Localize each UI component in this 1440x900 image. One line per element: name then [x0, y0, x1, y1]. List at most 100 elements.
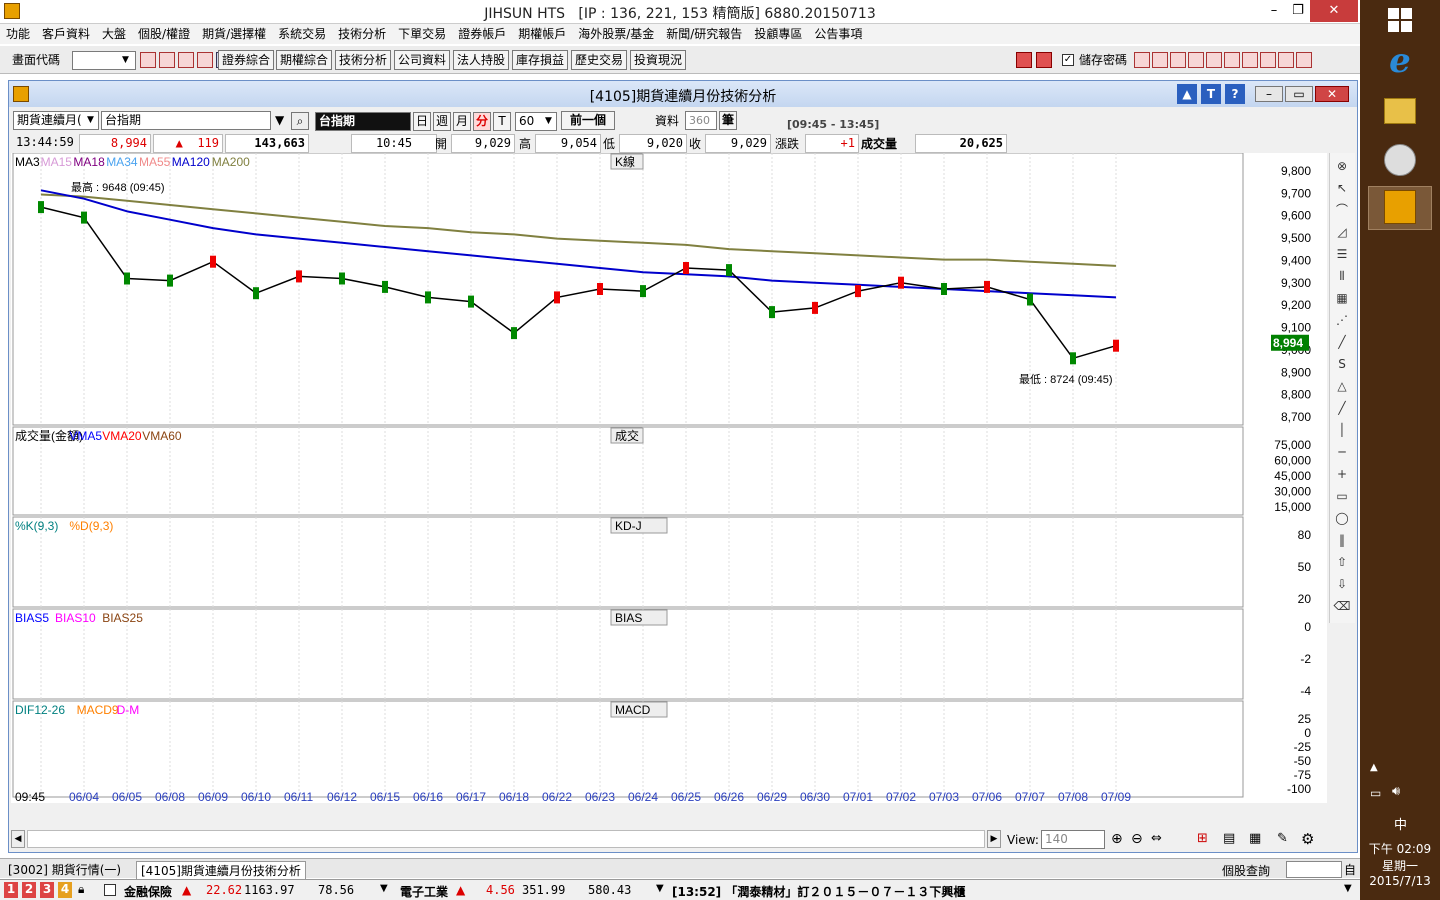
settings-icon[interactable]: ⚙: [1301, 830, 1314, 848]
rectangle-icon[interactable]: ▭: [1333, 487, 1351, 505]
chart-area[interactable]: MA3 MA15 MA18 MA34 MA55 MA120 MA200 K線 9,800 9,70…: [11, 152, 1327, 804]
window-minimize-button[interactable]: –: [1255, 86, 1283, 102]
period-week-button[interactable]: 週: [433, 112, 451, 131]
cycle-icon[interactable]: S: [1333, 355, 1351, 373]
menu-item-5[interactable]: 系統交易: [272, 24, 332, 44]
arc-icon[interactable]: ⌒: [1333, 201, 1351, 219]
lock-icon[interactable]: 🔒︎: [78, 882, 84, 897]
arrow-up-icon[interactable]: ▲: [1177, 84, 1197, 104]
indicator-icon[interactable]: ⊞: [1197, 831, 1208, 846]
menu-item-0[interactable]: 功能: [0, 24, 36, 44]
internet-explorer-icon[interactable]: e: [1382, 44, 1418, 80]
chevron-down-icon[interactable]: ▼: [380, 883, 388, 894]
chevron-down-icon[interactable]: ▼: [545, 116, 552, 126]
line-icon[interactable]: ╱: [1333, 333, 1351, 351]
window-close-button[interactable]: ✕: [1315, 86, 1349, 102]
ticker-num-2[interactable]: 2: [22, 882, 36, 898]
text-icon[interactable]: [1206, 52, 1222, 68]
menu-item-8[interactable]: 證券帳戶: [452, 24, 512, 44]
zoom-in-icon[interactable]: ⊕: [1111, 831, 1123, 847]
data-unit-button[interactable]: 筆: [719, 111, 737, 130]
vline-set-icon[interactable]: ⦀: [1333, 267, 1351, 285]
period-day-button[interactable]: 日: [413, 112, 431, 131]
hline-set-icon[interactable]: ☰: [1333, 245, 1351, 263]
clock-time[interactable]: 下午 02:09: [1368, 840, 1432, 857]
menu-item-13[interactable]: 公告事項: [808, 24, 868, 44]
horizontal-line-icon[interactable]: ─: [1333, 443, 1351, 461]
stock-query-input[interactable]: [1286, 861, 1342, 878]
window-icon[interactable]: [1296, 52, 1312, 68]
zoom-out-icon[interactable]: ⊖: [1131, 831, 1143, 847]
prev-button[interactable]: 前一個: [561, 111, 615, 130]
forward-icon[interactable]: [1036, 52, 1052, 68]
scissors-icon[interactable]: [1260, 52, 1276, 68]
data-count-input[interactable]: 360: [685, 111, 717, 130]
back-icon[interactable]: [1016, 52, 1032, 68]
grid-icon[interactable]: ▦: [1333, 289, 1351, 307]
cross-icon[interactable]: +: [1333, 465, 1351, 483]
close-button[interactable]: ✕: [1310, 0, 1358, 22]
save-password-checkbox[interactable]: ✓: [1062, 54, 1074, 66]
toolbar-button-4[interactable]: 法人持股: [453, 50, 510, 70]
tab-futures-quote[interactable]: [3002] 期貨行情(一): [8, 861, 121, 878]
chevron-down-icon[interactable]: ▼: [1344, 883, 1352, 894]
ticker-num-3[interactable]: 3: [40, 882, 54, 898]
up-arrow-icon[interactable]: ⇧: [1333, 553, 1351, 571]
toolbar-button-7[interactable]: 投資現況: [630, 50, 687, 70]
ticker-num-1[interactable]: 1: [4, 882, 18, 898]
menu-item-3[interactable]: 個股/權證: [132, 24, 196, 44]
print-icon[interactable]: [1170, 52, 1186, 68]
menu-item-9[interactable]: 期權帳戶: [512, 24, 572, 44]
table-icon[interactable]: ▦: [1249, 831, 1261, 846]
eraser-icon[interactable]: ⌫: [1333, 597, 1351, 615]
stock-query-button[interactable]: 自: [1344, 861, 1356, 878]
product-name-input[interactable]: 台指期: [101, 111, 271, 130]
ime-indicator[interactable]: 中: [1394, 814, 1407, 833]
ticker-num-4[interactable]: 4: [58, 882, 72, 898]
minimize-button[interactable]: –: [1262, 0, 1286, 22]
fit-icon[interactable]: ⇔: [1151, 831, 1162, 846]
volume-icon[interactable]: 🔊︎: [1392, 784, 1400, 799]
chart-icon[interactable]: [1224, 52, 1240, 68]
menu-item-11[interactable]: 新聞/研究報告: [660, 24, 748, 44]
parallel-icon[interactable]: ‖: [1333, 531, 1351, 549]
toolbar-button-5[interactable]: 庫存損益: [512, 50, 569, 70]
export-icon[interactable]: [1188, 52, 1204, 68]
tray-expand-icon[interactable]: ▲: [1370, 762, 1378, 773]
pen-icon[interactable]: ✎: [1277, 831, 1288, 846]
down-arrow-icon[interactable]: ⇩: [1333, 575, 1351, 593]
paint-icon[interactable]: [1384, 144, 1416, 176]
note-icon[interactable]: [178, 52, 194, 68]
ticker-checkbox[interactable]: [104, 884, 116, 896]
fan-icon[interactable]: ◿: [1333, 223, 1351, 241]
file-explorer-icon[interactable]: [1384, 98, 1416, 124]
maximize-button[interactable]: ❐: [1286, 0, 1310, 22]
chevron-down-icon[interactable]: ▼: [122, 55, 129, 65]
stock-icon[interactable]: [140, 52, 156, 68]
menu-item-7[interactable]: 下單交易: [392, 24, 452, 44]
period-month-button[interactable]: 月: [453, 112, 471, 131]
chevron-down-icon[interactable]: ▼: [87, 115, 94, 125]
triangle-icon[interactable]: △: [1333, 377, 1351, 395]
view-count[interactable]: 140: [1041, 830, 1105, 849]
speed-lines-icon[interactable]: ⋰: [1333, 311, 1351, 329]
text-tool-icon[interactable]: T: [1201, 84, 1221, 104]
menu-item-6[interactable]: 技術分析: [332, 24, 392, 44]
menu-item-10[interactable]: 海外股票/基金: [572, 24, 660, 44]
menu-item-1[interactable]: 客戶資料: [36, 24, 96, 44]
chevron-down-icon[interactable]: ▼: [656, 883, 664, 894]
help-icon[interactable]: ?: [1225, 84, 1245, 104]
ellipse-icon[interactable]: ◯: [1333, 509, 1351, 527]
search-icon[interactable]: ⌕: [291, 112, 309, 130]
ray-icon[interactable]: ╱: [1333, 399, 1351, 417]
toolbar-button-6[interactable]: 歷史交易: [571, 50, 628, 70]
image-icon[interactable]: [1152, 52, 1168, 68]
windows-start-icon[interactable]: [1388, 8, 1412, 32]
toolbar-button-1[interactable]: 期權綜合: [276, 50, 333, 70]
scroll-left-icon[interactable]: ◀: [11, 830, 25, 848]
layout-icon[interactable]: ▤: [1223, 831, 1235, 846]
ticker-news[interactable]: [13:52] 「潤泰精材」訂２０１５－０７－１３下興櫃: [672, 883, 965, 900]
pen-icon[interactable]: [1134, 52, 1150, 68]
tools-icon[interactable]: [1242, 52, 1258, 68]
period-minute-button[interactable]: 分: [473, 112, 491, 131]
